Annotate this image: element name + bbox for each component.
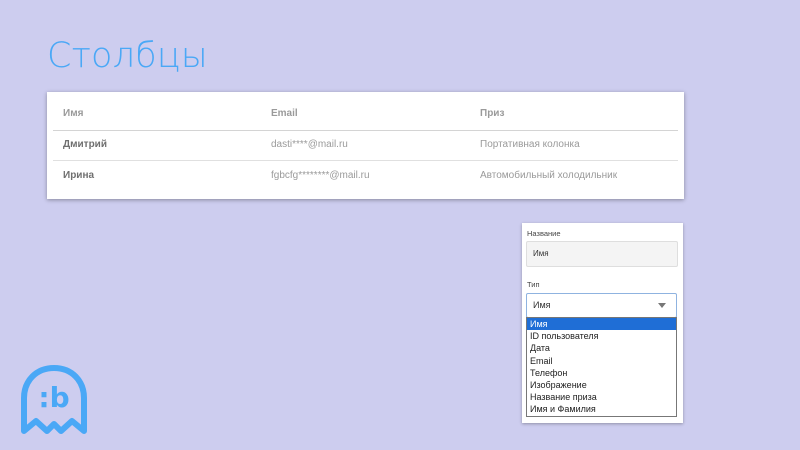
cell-email: fgbcfg********@mail.ru <box>271 170 370 181</box>
slide-title: Столбцы <box>47 36 208 76</box>
column-header-prize[interactable]: Приз <box>480 98 504 130</box>
type-option-email[interactable]: Email <box>527 355 676 367</box>
table-row: Дмитрий dasti****@mail.ru Портативная ко… <box>53 130 678 161</box>
table-row: Ирина fgbcfg********@mail.ru Автомобильн… <box>53 161 678 191</box>
type-label: Тип <box>527 280 540 289</box>
type-option-image[interactable]: Изображение <box>527 379 676 391</box>
logo-text: :b <box>38 381 69 414</box>
columns-table: Имя Email Приз Дмитрий dasti****@mail.ru… <box>47 92 684 199</box>
table-header-row: Имя Email Приз <box>53 98 678 131</box>
name-label: Название <box>527 229 561 238</box>
cell-name: Дмитрий <box>63 139 107 150</box>
column-header-email[interactable]: Email <box>271 98 298 130</box>
chevron-down-icon <box>658 303 666 308</box>
type-select-value: Имя <box>533 300 551 310</box>
type-select[interactable]: Имя <box>526 293 677 318</box>
type-option-prize-name[interactable]: Название приза <box>527 391 676 403</box>
cell-name: Ирина <box>63 170 95 181</box>
cell-prize: Портативная колонка <box>480 139 580 150</box>
type-option-phone[interactable]: Телефон <box>527 367 676 379</box>
name-input-value: Имя <box>533 249 549 258</box>
cell-email: dasti****@mail.ru <box>271 139 348 150</box>
name-input[interactable]: Имя <box>526 241 678 267</box>
type-option-full-name[interactable]: Имя и Фамилия <box>527 403 676 415</box>
cell-prize: Автомобильный холодильник <box>480 170 618 181</box>
column-settings-panel: Название Имя Тип Имя Имя ID пользователя… <box>522 223 683 423</box>
type-option-user-id[interactable]: ID пользователя <box>527 330 676 342</box>
type-options-list: Имя ID пользователя Дата Email Телефон И… <box>526 317 677 417</box>
column-header-name[interactable]: Имя <box>63 98 83 130</box>
type-option-name[interactable]: Имя <box>527 318 676 331</box>
brand-logo-icon: :b <box>19 363 89 437</box>
type-option-date[interactable]: Дата <box>527 342 676 354</box>
